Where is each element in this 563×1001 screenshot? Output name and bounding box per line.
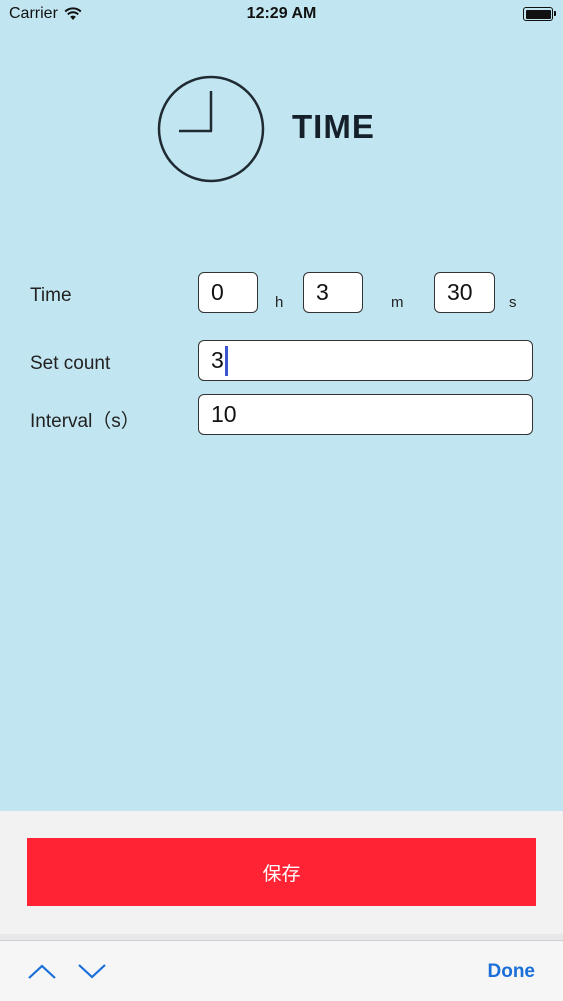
status-bar: Carrier 12:29 AM (0, 0, 563, 30)
hours-unit: h (275, 294, 284, 311)
save-button-label: 保存 (262, 862, 301, 885)
hours-input[interactable]: 0 (198, 272, 258, 313)
save-button[interactable]: 保存 (27, 838, 536, 906)
interval-label: Interval（s） (30, 411, 140, 432)
minutes-unit: m (391, 294, 404, 311)
minutes-input[interactable]: 3 (303, 272, 363, 313)
page-title: TIME (292, 108, 375, 145)
hours-value: 0 (211, 279, 224, 305)
chevron-up-icon[interactable] (27, 961, 57, 981)
set-count-value: 3 (211, 347, 224, 373)
clock-icon (157, 75, 265, 183)
chevron-down-icon[interactable] (77, 961, 107, 981)
seconds-input[interactable]: 30 (434, 272, 495, 313)
time-label: Time (30, 285, 72, 306)
seconds-value: 30 (447, 279, 473, 305)
keyboard-accessory-toolbar: Done (0, 934, 563, 1001)
battery-icon (523, 7, 556, 21)
status-time: 12:29 AM (246, 5, 317, 22)
text-caret (224, 345, 228, 376)
interval-value: 10 (211, 401, 237, 427)
interval-input[interactable]: 10 (198, 394, 533, 435)
done-button[interactable]: Done (488, 961, 536, 983)
seconds-unit: s (509, 294, 517, 311)
minutes-value: 3 (316, 279, 329, 305)
set-count-label: Set count (30, 353, 111, 374)
set-count-input[interactable]: 3 (198, 340, 533, 381)
